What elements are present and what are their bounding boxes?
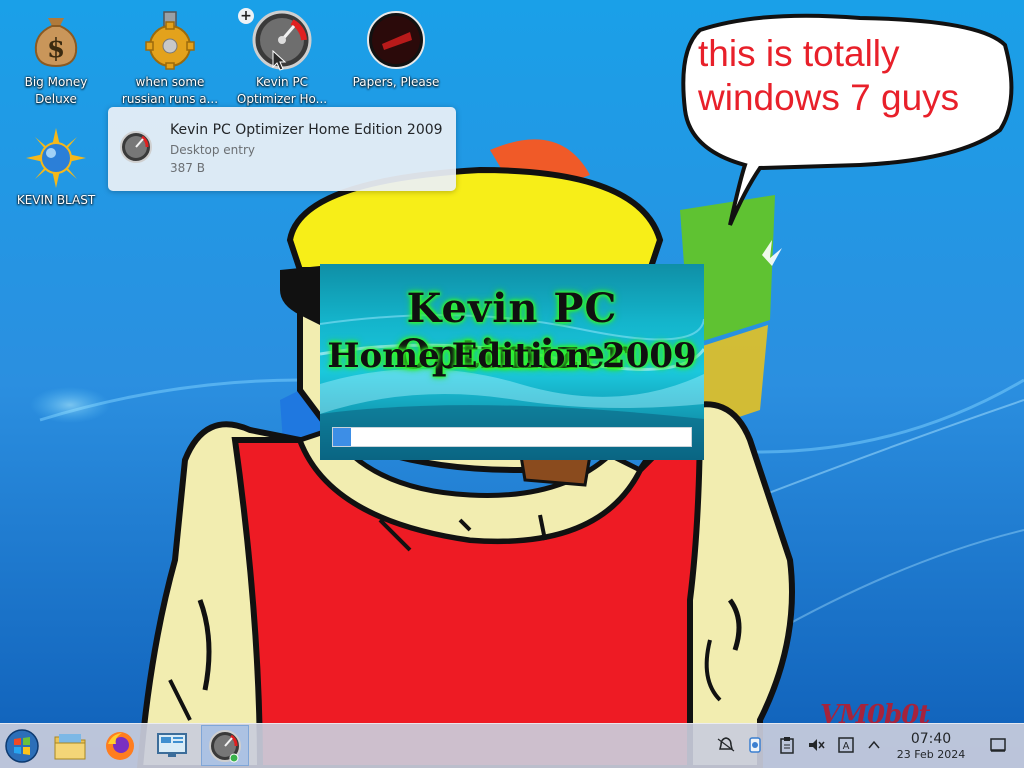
updates-button[interactable] (744, 734, 766, 756)
svg-text:$: $ (47, 34, 65, 64)
desktop-icon-russian[interactable]: when some russian runs a... (120, 10, 220, 108)
monitor-icon (157, 732, 187, 757)
notifications-button[interactable] (715, 734, 737, 756)
desktop-icon-label: when some russian runs a... (121, 75, 219, 106)
desktop-icon-papers-please[interactable]: Papers, Please (346, 10, 446, 108)
kevin-pc-optimizer-task-button[interactable] (201, 725, 249, 766)
show-desktop-icon (990, 738, 1006, 752)
firefox-button[interactable] (98, 725, 142, 766)
desktop-icon-label: Kevin PC Optimizer Ho... (236, 75, 328, 106)
keyboard-layout-icon: A (838, 737, 854, 753)
sun-globe-icon (26, 128, 86, 188)
desktop-icon-label: KEVIN BLAST (16, 193, 96, 207)
gauge-icon (209, 729, 241, 762)
gauge-icon (120, 131, 152, 163)
splash-title-line-2: Home Edition 2009 (327, 336, 697, 376)
splash-progress-fill (333, 428, 351, 446)
splash-progress-bar (332, 427, 692, 447)
file-tooltip: Kevin PC Optimizer Home Edition 2009 Des… (108, 107, 456, 191)
volume-muted-icon (809, 739, 825, 751)
svg-text:A: A (843, 741, 850, 752)
clock-time[interactable]: 07:40 (895, 731, 967, 748)
updates-icon (749, 737, 761, 753)
desktop-icon-label: Big Money Deluxe (24, 75, 88, 106)
firefox-icon (106, 731, 134, 760)
desktop-icon-kevin-blast[interactable]: KEVIN BLAST (6, 128, 106, 226)
windows-orb-icon (5, 728, 39, 763)
clipboard-button[interactable] (776, 734, 798, 756)
tooltip-file-type: Desktop entry (170, 143, 256, 157)
keyboard-layout-button[interactable]: A (835, 734, 857, 756)
notifications-icon (717, 737, 735, 752)
gear-icon (145, 11, 195, 70)
tooltip-title: Kevin PC Optimizer Home Edition 2009 (170, 122, 443, 138)
volume-button[interactable] (805, 734, 827, 756)
money-bag-icon: $ (34, 18, 78, 68)
expand-tray-icon (868, 740, 880, 749)
file-manager-button[interactable] (48, 725, 92, 766)
desktop-icon-label: Papers, Please (352, 75, 440, 89)
expand-tray-button[interactable] (863, 734, 885, 756)
speech-bubble-text: this is totally windows 7 guys (698, 32, 998, 120)
splash-window: Kevin PC Optimizer Home Edition 2009 (320, 264, 704, 460)
tooltip-file-size: 387 B (170, 161, 205, 175)
speech-bubble-line-2: windows 7 guys (698, 77, 960, 118)
speech-bubble-line-1: this is totally (698, 33, 900, 74)
papers-please-icon (367, 11, 425, 69)
folder-icon (54, 733, 86, 759)
desktop-icon-big-money-deluxe[interactable]: $ Big Money Deluxe (6, 10, 106, 108)
add-to-selection-icon[interactable]: + (238, 8, 254, 24)
mouse-cursor-icon (272, 50, 287, 71)
clipboard-icon (780, 737, 794, 754)
start-menu-button[interactable] (0, 725, 44, 766)
remote-desktop-button[interactable] (150, 725, 194, 766)
show-desktop-button[interactable] (987, 734, 1009, 756)
clock-date[interactable]: 23 Feb 2024 (888, 748, 974, 762)
